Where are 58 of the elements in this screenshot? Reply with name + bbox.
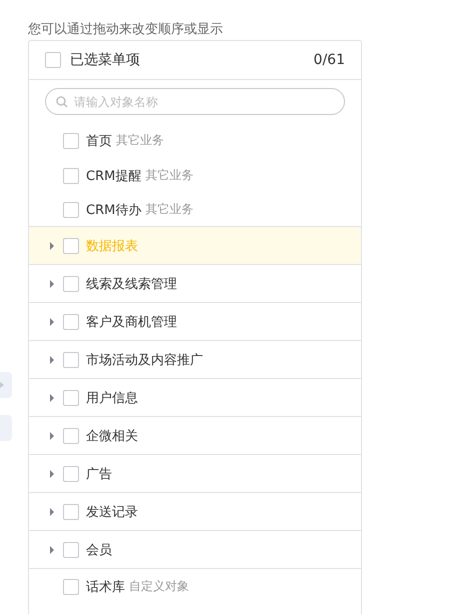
checkbox[interactable] xyxy=(63,390,79,406)
item-label: 话术库 xyxy=(86,578,125,596)
caret-icon[interactable] xyxy=(49,280,55,288)
menu-item[interactable]: 首页 其它业务 xyxy=(29,123,361,158)
checkbox[interactable] xyxy=(63,276,79,292)
menu-item[interactable]: 市场活动及内容推广 xyxy=(29,341,361,379)
item-label: 客户及商机管理 xyxy=(86,314,177,330)
item-label: CRM待办 xyxy=(86,202,142,218)
caret-icon[interactable] xyxy=(49,432,55,440)
caret-icon[interactable] xyxy=(49,242,55,250)
item-label: 数据报表 xyxy=(86,238,138,254)
checkbox[interactable] xyxy=(63,504,79,520)
item-label: 发送记录 xyxy=(86,504,138,520)
search-field[interactable]: 请输入对象名称 xyxy=(45,88,345,115)
checkbox[interactable] xyxy=(63,132,79,148)
caret-icon[interactable] xyxy=(49,318,55,326)
hint-text: 您可以通过拖动来改变顺序或显示 xyxy=(28,21,223,39)
checkbox[interactable] xyxy=(63,352,79,368)
menu-item[interactable]: 线索及线索管理 xyxy=(29,265,361,303)
caret-icon[interactable] xyxy=(49,470,55,478)
menu-item[interactable]: CRM提醒 其它业务 xyxy=(29,158,361,193)
item-category: 其它业务 xyxy=(145,201,194,218)
menu-item[interactable]: 会员 xyxy=(29,531,361,569)
item-label: 线索及线索管理 xyxy=(86,276,177,292)
menu-item[interactable]: 企微相关 xyxy=(29,417,361,455)
caret-icon[interactable] xyxy=(49,394,55,402)
caret-icon[interactable] xyxy=(49,508,55,516)
checkbox[interactable] xyxy=(63,578,79,594)
item-category: 其它业务 xyxy=(116,132,164,149)
checkbox[interactable] xyxy=(63,542,79,558)
caret-icon xyxy=(0,382,4,388)
menu-item[interactable]: 话术库 自定义对象 xyxy=(29,569,361,604)
checkbox[interactable] xyxy=(63,202,79,218)
side-tab[interactable] xyxy=(0,372,12,398)
menu-item[interactable]: 广告 xyxy=(29,455,361,493)
checkbox[interactable] xyxy=(45,52,61,68)
item-label: 用户信息 xyxy=(86,390,138,406)
item-label: 广告 xyxy=(86,466,112,482)
item-label: CRM提醒 xyxy=(86,168,142,184)
checkbox[interactable] xyxy=(63,466,79,482)
item-label: 企微相关 xyxy=(86,428,138,444)
caret-icon[interactable] xyxy=(49,546,55,554)
menu-item[interactable]: 客户及商机管理 xyxy=(29,303,361,341)
item-label: 会员 xyxy=(86,542,112,558)
checkbox[interactable] xyxy=(63,314,79,330)
item-category: 自定义对象 xyxy=(129,578,189,595)
checkbox[interactable] xyxy=(63,238,79,254)
header-label: 已选菜单项 xyxy=(70,51,141,69)
checkbox[interactable] xyxy=(63,168,79,184)
item-label: 市场活动及内容推广 xyxy=(86,352,203,368)
menu-item[interactable]: 发送记录 xyxy=(29,493,361,531)
selected-count: 0/61 xyxy=(314,52,345,68)
item-category: 其它业务 xyxy=(145,167,194,184)
search-icon xyxy=(56,96,68,108)
checkbox[interactable] xyxy=(63,428,79,444)
caret-icon[interactable] xyxy=(49,356,55,364)
menu-item[interactable]: 用户信息 xyxy=(29,379,361,417)
item-label: 首页 xyxy=(86,132,112,150)
